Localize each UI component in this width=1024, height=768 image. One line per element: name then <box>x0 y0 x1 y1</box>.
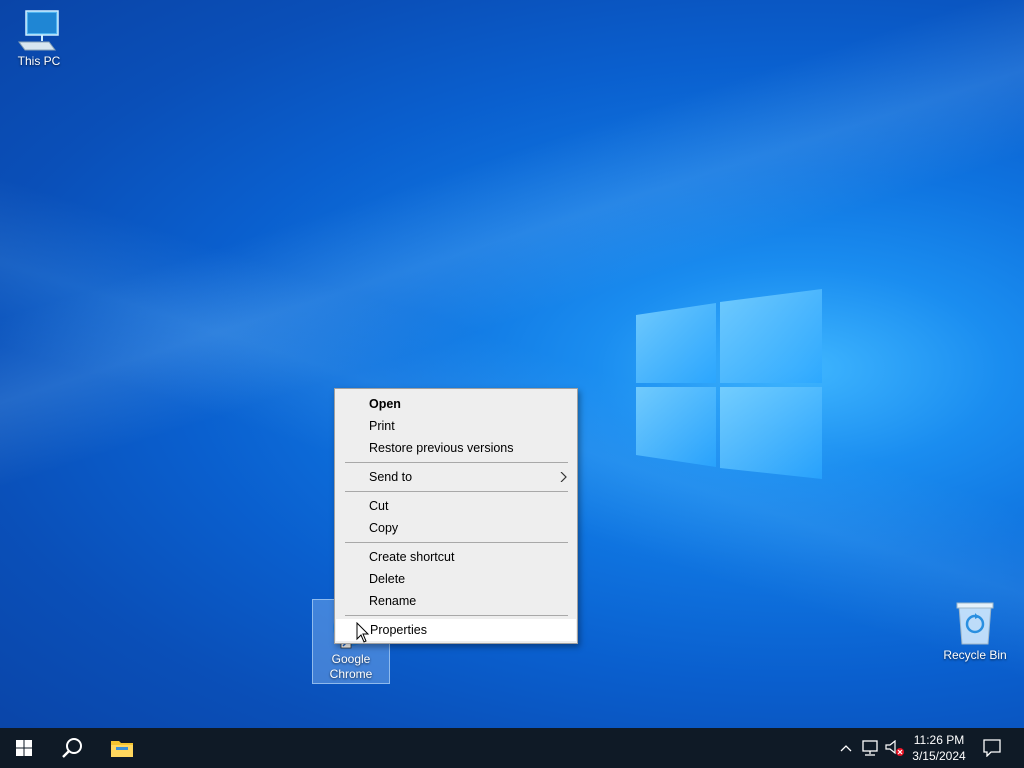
clock-time: 11:26 PM <box>913 733 965 747</box>
menu-item-restore-previous-versions[interactable]: Restore previous versions <box>335 437 577 459</box>
volume-muted-icon <box>885 740 904 756</box>
file-explorer-icon <box>111 741 133 757</box>
menu-item-open[interactable]: Open <box>335 393 577 415</box>
start-button[interactable] <box>0 728 48 768</box>
notification-icon <box>983 739 1001 757</box>
menu-item-properties[interactable]: Properties <box>336 619 576 641</box>
menu-item-copy[interactable]: Copy <box>335 517 577 539</box>
windows-wallpaper-logo <box>636 289 822 479</box>
menu-item-cut[interactable]: Cut <box>335 495 577 517</box>
network-tray-button[interactable] <box>858 728 882 768</box>
menu-item-rename[interactable]: Rename <box>335 590 577 612</box>
menu-separator <box>345 491 568 492</box>
menu-item-label: Send to <box>369 470 413 484</box>
menu-separator <box>345 615 568 616</box>
recycle-bin-icon <box>956 602 994 645</box>
mouse-pointer-icon <box>356 622 370 643</box>
chevron-right-icon <box>560 472 567 482</box>
action-center-button[interactable] <box>978 728 1006 768</box>
context-menu: Open Print Restore previous versions Sen… <box>334 388 578 644</box>
taskbar-clock[interactable]: 11:26 PM 3/15/2024 <box>906 732 972 764</box>
menu-item-delete[interactable]: Delete <box>335 568 577 590</box>
menu-item-create-shortcut[interactable]: Create shortcut <box>335 546 577 568</box>
computer-icon <box>18 10 59 51</box>
menu-separator <box>345 542 568 543</box>
network-icon <box>862 740 878 756</box>
desktop-icon-this-pc[interactable]: This PC <box>1 8 77 69</box>
desktop-icon-label: Google <box>331 652 371 666</box>
windows-start-icon <box>16 740 32 756</box>
desktop-icon-label: This PC <box>17 54 61 68</box>
desktop-icon-label: Chrome <box>329 667 373 681</box>
volume-tray-button[interactable] <box>884 728 906 768</box>
file-explorer-button[interactable] <box>98 728 146 768</box>
menu-item-print[interactable]: Print <box>335 415 577 437</box>
show-hidden-icons-button[interactable] <box>836 728 856 768</box>
desktop-icon-label: Recycle Bin <box>943 648 1007 662</box>
menu-separator <box>345 462 568 463</box>
search-icon <box>62 738 82 758</box>
menu-item-send-to[interactable]: Send to <box>335 466 577 488</box>
chevron-up-icon <box>840 745 852 752</box>
desktop-icon-recycle-bin[interactable]: Recycle Bin <box>937 600 1013 663</box>
clock-date: 3/15/2024 <box>912 749 966 763</box>
taskbar: 11:26 PM 3/15/2024 <box>0 728 1024 768</box>
search-button[interactable] <box>48 728 96 768</box>
